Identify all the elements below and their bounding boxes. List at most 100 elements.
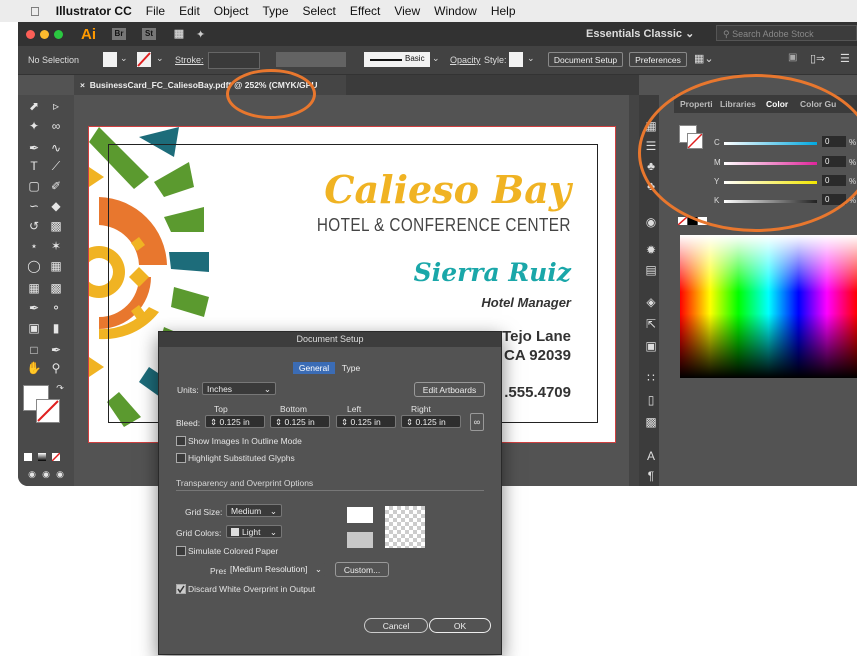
minimize-window-icon[interactable] <box>40 29 49 39</box>
draw-inside-icon[interactable]: ◉ <box>52 467 68 481</box>
menu-effect[interactable]: Effect <box>350 4 380 18</box>
menu-select[interactable]: Select <box>303 4 336 18</box>
puppet-warp-icon[interactable]: ✶ <box>48 239 64 253</box>
menu-view[interactable]: View <box>394 4 420 18</box>
slice-tool-icon[interactable]: ✒ <box>48 343 64 357</box>
direct-selection-tool-icon[interactable]: ▹ <box>48 99 64 113</box>
chevron-down-icon[interactable]: ⌄ <box>527 53 535 64</box>
artboard-tool-icon[interactable]: □ <box>26 343 42 357</box>
menu-object[interactable]: Object <box>214 4 249 18</box>
preset-select[interactable]: [Medium Resolution] ⌄ <box>226 563 326 576</box>
column-graph-icon[interactable]: ▮ <box>48 321 64 335</box>
swap-fill-stroke-icon[interactable]: ↷ <box>52 381 68 395</box>
magic-wand-icon[interactable]: ✦ <box>26 119 42 133</box>
color-spectrum[interactable] <box>680 235 857 378</box>
bleed-bottom-input[interactable]: ⇕ 0.125 in <box>270 415 330 428</box>
preferences-button[interactable]: Preferences <box>629 52 687 67</box>
arrange-documents-icon[interactable]: ▦ <box>172 28 186 40</box>
arrange-icon[interactable]: ▯⇒ <box>810 52 825 65</box>
highlight-glyphs-checkbox[interactable] <box>176 453 186 463</box>
fill-swatch[interactable] <box>103 52 117 67</box>
bleed-left-input[interactable]: ⇕ 0.125 in <box>336 415 396 428</box>
grid-colors-select[interactable]: Light ⌄ <box>226 525 282 538</box>
pathfinder-icon[interactable]: ▣ <box>643 339 659 353</box>
rotate-tool-icon[interactable]: ↺ <box>26 219 42 233</box>
edit-artboards-button[interactable]: Edit Artboards <box>414 382 485 397</box>
shape-builder-icon[interactable]: ◯ <box>26 259 42 273</box>
pen-tool-icon[interactable]: ✒ <box>26 141 42 155</box>
workspace-switcher[interactable]: Essentials Classic ⌄ <box>586 27 694 40</box>
chevron-down-icon[interactable]: ⌄ <box>156 53 164 64</box>
menu-window[interactable]: Window <box>434 4 477 18</box>
transparency-icon[interactable]: ▩ <box>643 415 659 429</box>
rectangle-tool-icon[interactable]: ▢ <box>26 179 42 193</box>
align-panel-icon[interactable]: ▯ <box>643 393 659 407</box>
menu-app-name[interactable]: Illustrator CC <box>56 4 132 18</box>
stock-icon[interactable]: St <box>142 28 156 40</box>
gradient-mode-icon[interactable] <box>38 453 46 461</box>
paintbrush-tool-icon[interactable]: ✐ <box>48 179 64 193</box>
gradient-tool-icon[interactable]: ▩ <box>48 281 64 295</box>
eraser-tool-icon[interactable]: ◆ <box>48 199 64 213</box>
transform-icon[interactable]: ▣ <box>788 52 797 63</box>
simulate-paper-checkbox[interactable] <box>176 546 186 556</box>
transform-panel-icon[interactable]: ∷ <box>643 371 659 385</box>
tab-general[interactable]: General <box>293 362 335 374</box>
gpu-performance-icon[interactable]: ✦ <box>196 28 205 41</box>
discard-white-checkbox[interactable] <box>176 584 186 594</box>
line-tool-icon[interactable]: ⟋ <box>48 159 64 173</box>
close-tab-icon[interactable]: × <box>80 80 85 90</box>
tab-type[interactable]: Type <box>337 362 365 374</box>
paragraph-icon[interactable]: ¶ <box>643 469 659 483</box>
menu-help[interactable]: Help <box>491 4 516 18</box>
curvature-tool-icon[interactable]: ∿ <box>48 141 64 155</box>
graphic-styles-icon[interactable]: ◉ <box>643 215 659 229</box>
grid-size-select[interactable]: Medium ⌄ <box>226 504 282 517</box>
hand-tool-icon[interactable]: ✋ <box>26 361 42 375</box>
chevron-down-icon[interactable]: ⌄ <box>432 53 440 64</box>
units-select[interactable]: Inches ⌄ <box>202 382 276 395</box>
type-tool-icon[interactable]: T <box>26 159 42 173</box>
apple-menu-icon[interactable]:  <box>30 4 40 19</box>
ok-button[interactable]: OK <box>429 618 491 633</box>
graphic-style-swatch[interactable] <box>509 52 523 67</box>
custom-button[interactable]: Custom... <box>335 562 389 577</box>
cancel-button[interactable]: Cancel <box>364 618 428 633</box>
menu-edit[interactable]: Edit <box>179 4 200 18</box>
zoom-window-icon[interactable] <box>54 29 63 39</box>
grid-color-bottom-swatch[interactable] <box>347 532 373 548</box>
chevron-down-icon[interactable]: ⌄ <box>120 53 128 64</box>
color-mode-icon[interactable] <box>24 453 32 461</box>
shaper-tool-icon[interactable]: ∽ <box>26 199 42 213</box>
link-bleed-icon[interactable]: ∞ <box>470 413 484 431</box>
lasso-tool-icon[interactable]: ∞ <box>48 119 64 133</box>
width-tool-icon[interactable]: ⋆ <box>26 239 42 253</box>
opacity-label[interactable]: Opacity <box>450 55 481 65</box>
menu-type[interactable]: Type <box>262 4 288 18</box>
mesh-tool-icon[interactable]: ▦ <box>26 281 42 295</box>
grid-color-top-swatch[interactable] <box>347 507 373 523</box>
menu-file[interactable]: File <box>146 4 165 18</box>
bleed-right-input[interactable]: ⇕ 0.125 in <box>401 415 461 428</box>
eyedropper-tool-icon[interactable]: ✒ <box>26 301 42 315</box>
document-setup-button[interactable]: Document Setup <box>548 52 623 67</box>
scale-tool-icon[interactable]: ▩ <box>48 219 64 233</box>
brush-definition[interactable]: Basic <box>364 52 430 67</box>
panel-menu-icon[interactable]: ☰ <box>840 52 850 65</box>
stroke-label[interactable]: Stroke: <box>175 55 204 65</box>
close-window-icon[interactable] <box>26 29 35 39</box>
appearance-icon[interactable]: ✹ <box>643 243 659 257</box>
bridge-icon[interactable]: Br <box>112 28 126 40</box>
stroke-color-box[interactable] <box>36 399 60 423</box>
export-icon[interactable]: ▤ <box>643 263 659 277</box>
selection-tool-icon[interactable]: ⬈ <box>26 99 42 113</box>
symbol-sprayer-icon[interactable]: ▣ <box>26 321 42 335</box>
character-icon[interactable]: A <box>643 449 659 463</box>
layers-stack-icon[interactable]: ◈ <box>643 295 659 309</box>
blend-tool-icon[interactable]: ⚬ <box>48 301 64 315</box>
variable-width-profile[interactable] <box>276 52 346 67</box>
none-mode-icon[interactable] <box>51 452 61 462</box>
asset-export-icon[interactable]: ⇱ <box>643 317 659 331</box>
show-images-outline-checkbox[interactable] <box>176 436 186 446</box>
zoom-tool-icon[interactable]: ⚲ <box>48 361 64 375</box>
